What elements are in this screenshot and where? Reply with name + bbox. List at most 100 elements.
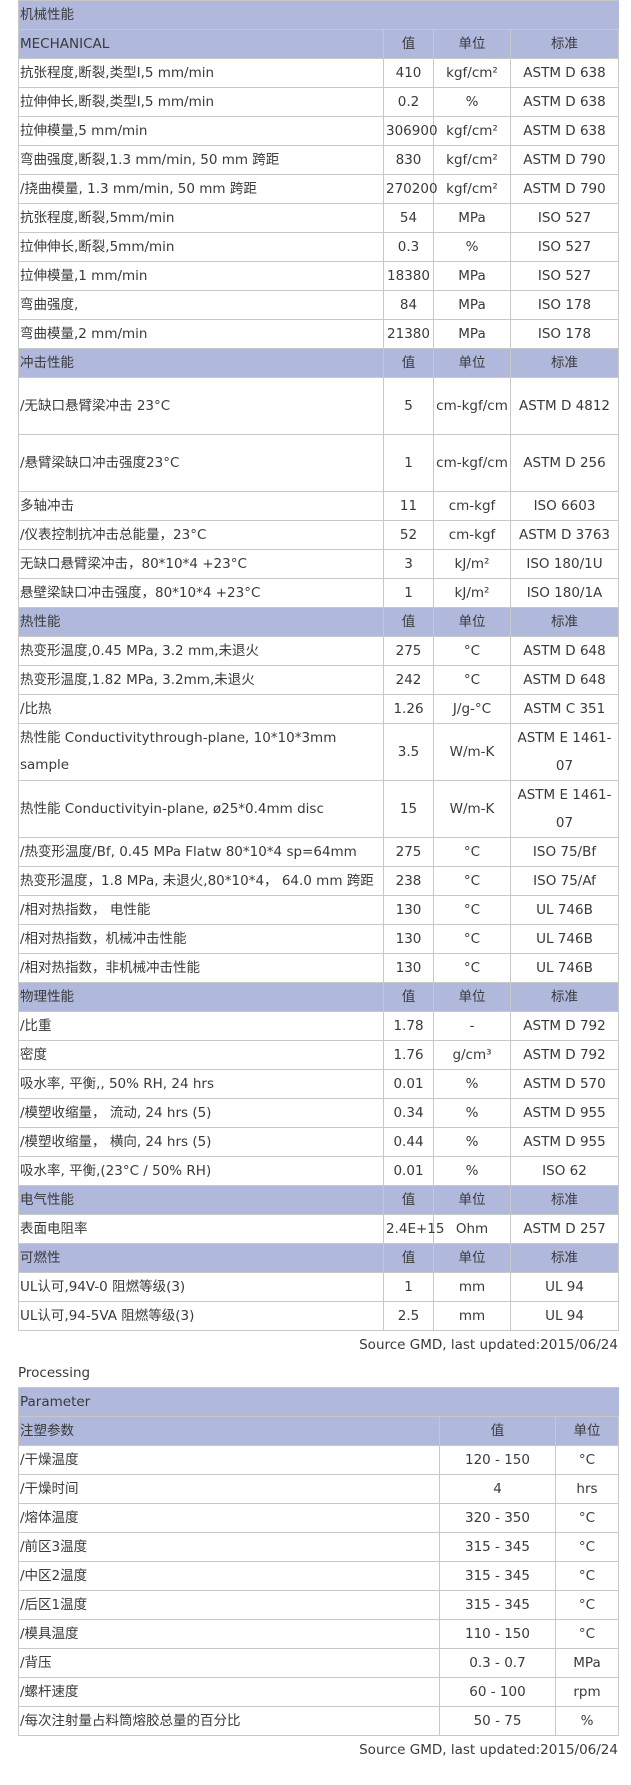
header-standard: 标准: [510, 1243, 619, 1273]
cell-unit: cm-kgf/cm: [433, 377, 511, 435]
cell-unit: cm-kgf/cm: [433, 434, 511, 492]
cell-property: 拉伸伸长,断裂,5mm/min: [18, 232, 384, 262]
header-unit: 单位: [433, 607, 511, 637]
cell-property: UL认可,94V-0 阻燃等级(3): [18, 1272, 384, 1302]
header-row: 可燃性值单位 标准: [18, 1243, 619, 1273]
table-row: /模塑收缩量， 流动, 24 hrs (5) 0.34% ASTM D 955: [18, 1098, 619, 1128]
cell-unit: °C: [433, 895, 511, 925]
section-title-row: 机械性能: [18, 0, 619, 30]
table-row: 抗张程度,断裂,5mm/min 54 MPa ISO 527: [18, 203, 619, 233]
cell-property: 表面电阻率: [18, 1214, 384, 1244]
cell-standard: ASTM D 648: [510, 665, 619, 695]
table-row: 热变形温度,1.82 MPa, 3.2mm,未退火 242 °C ASTM D 648: [18, 665, 619, 695]
table-row: 悬壁梁缺口冲击强度，80*10*4 +23°C 1 kJ/m² ISO 180/1A: [18, 578, 619, 608]
cell-property: /模具温度: [18, 1619, 440, 1649]
cell-value: 52: [383, 520, 434, 550]
cell-value: 1.78: [383, 1011, 434, 1041]
cell-value: 1.26: [383, 694, 434, 724]
processing-section-row: Parameter: [18, 1387, 619, 1417]
cell-standard: ASTM D 792: [510, 1040, 619, 1070]
cell-unit: W/m-K: [433, 780, 511, 838]
cell-standard: ASTM E 1461-07: [510, 780, 619, 838]
cell-standard: UL 746B: [510, 924, 619, 954]
cell-standard: ASTM D 638: [510, 116, 619, 146]
table-row: 弯曲强度, 84 MPa ISO 178: [18, 290, 619, 320]
cell-property: 吸水率, 平衡,(23°C / 50% RH): [18, 1156, 384, 1186]
cell-unit: W/m-K: [433, 723, 511, 781]
cell-standard: ISO 62: [510, 1156, 619, 1186]
cell-standard: ISO 178: [510, 290, 619, 320]
properties-source: Source GMD, last updated:2015/06/24: [359, 1337, 618, 1353]
cell-standard: ISO 180/1U: [510, 549, 619, 579]
cell-value: 1: [383, 434, 434, 492]
table-row: UL认可,94V-0 阻燃等级(3) 1 mm UL 94: [18, 1272, 619, 1302]
cell-unit: Ohm: [433, 1214, 511, 1244]
cell-standard: ISO 6603: [510, 491, 619, 521]
cell-property: 弯曲强度,断裂,1.3 mm/min, 50 mm 跨距: [18, 145, 384, 175]
cell-unit: -: [433, 1011, 511, 1041]
cell-standard: UL 94: [510, 1301, 619, 1331]
cell-unit: kgf/cm²: [433, 58, 511, 88]
cell-property: /无缺口悬臂梁冲击 23°C: [18, 377, 384, 435]
header-unit: 单位: [433, 982, 511, 1012]
table-row: /熔体温度 320 - 350 °C: [18, 1503, 619, 1533]
table-row: /相对热指数，机械冲击性能 130 °C UL 746B: [18, 924, 619, 954]
cell-property: 弯曲模量,2 mm/min: [18, 319, 384, 349]
cell-unit: %: [433, 232, 511, 262]
cell-value: 84: [383, 290, 434, 320]
cell-value: 5: [383, 377, 434, 435]
header-unit: 单位: [433, 29, 511, 59]
header-name: MECHANICAL: [18, 29, 384, 59]
cell-value: 110 - 150: [439, 1619, 556, 1649]
cell-standard: ASTM D 4812: [510, 377, 619, 435]
cell-standard: UL 746B: [510, 953, 619, 983]
cell-value: 270200: [383, 174, 438, 204]
header-name: 物理性能: [18, 982, 384, 1012]
cell-value: 0.2: [383, 87, 434, 117]
table-row: 拉伸伸长,断裂,类型I,5 mm/min 0.2% ASTM D 638: [18, 87, 619, 117]
cell-standard: ASTM D 955: [510, 1127, 619, 1157]
cell-unit: °C: [555, 1532, 619, 1562]
cell-value: 1.76: [383, 1040, 434, 1070]
cell-property: 悬壁梁缺口冲击强度，80*10*4 +23°C: [18, 578, 384, 608]
header-name: 注塑参数: [18, 1416, 440, 1446]
cell-standard: UL 94: [510, 1272, 619, 1302]
table-row: 拉伸模量,5 mm/min 306900 kgf/cm² ASTM D 638: [18, 116, 619, 146]
cell-standard: ASTM D 570: [510, 1069, 619, 1099]
cell-unit: kgf/cm²: [433, 116, 511, 146]
cell-value: 3.5: [383, 723, 434, 781]
cell-unit: kgf/cm²: [433, 145, 511, 175]
header-unit: 单位: [433, 1185, 511, 1215]
header-row: 注塑参数值单位: [18, 1416, 619, 1446]
cell-standard: ASTM E 1461-07: [510, 723, 619, 781]
cell-property: /干燥温度: [18, 1445, 440, 1475]
header-name: 电气性能: [18, 1185, 384, 1215]
table-row: 无缺口悬臂梁冲击，80*10*4 +23°C 3 kJ/m² ISO 180/1U: [18, 549, 619, 579]
cell-value: 242: [383, 665, 434, 695]
cell-property: /中区2温度: [18, 1561, 440, 1591]
cell-property: /悬臂梁缺口冲击强度23°C: [18, 434, 384, 492]
header-row: 热性能值单位 标准: [18, 607, 619, 637]
table-row: 密度 1.76 g/cm³ ASTM D 792: [18, 1040, 619, 1070]
cell-property: 热性能 Conductivitythrough-plane, 10*10*3mm…: [18, 723, 384, 781]
cell-value: 54: [383, 203, 434, 233]
cell-value: 238: [383, 866, 434, 896]
cell-unit: °C: [433, 866, 511, 896]
table-row: /悬臂梁缺口冲击强度23°C 1 cm-kgf/cm ASTM D 256: [18, 434, 619, 492]
table-row: 弯曲模量,2 mm/min 21380 MPa ISO 178: [18, 319, 619, 349]
cell-standard: ISO 180/1A: [510, 578, 619, 608]
table-row: 拉伸伸长,断裂,5mm/min 0.3% ISO 527: [18, 232, 619, 262]
table-row: /前区3温度 315 - 345 °C: [18, 1532, 619, 1562]
cell-property: /前区3温度: [18, 1532, 440, 1562]
table-row: /干燥时间 4 hrs: [18, 1474, 619, 1504]
cell-standard: ISO 527: [510, 261, 619, 291]
cell-unit: MPa: [555, 1648, 619, 1678]
header-name: 热性能: [18, 607, 384, 637]
cell-value: 315 - 345: [439, 1561, 556, 1591]
cell-value: 15: [383, 780, 434, 838]
cell-value: 0.34: [383, 1098, 434, 1128]
properties-title: 机械性能: [18, 0, 619, 30]
cell-unit: cm-kgf: [433, 491, 511, 521]
table-row: /热变形温度/Bf, 0.45 MPa Flatw 80*10*4 sp=64m…: [18, 837, 619, 867]
cell-unit: %: [433, 87, 511, 117]
